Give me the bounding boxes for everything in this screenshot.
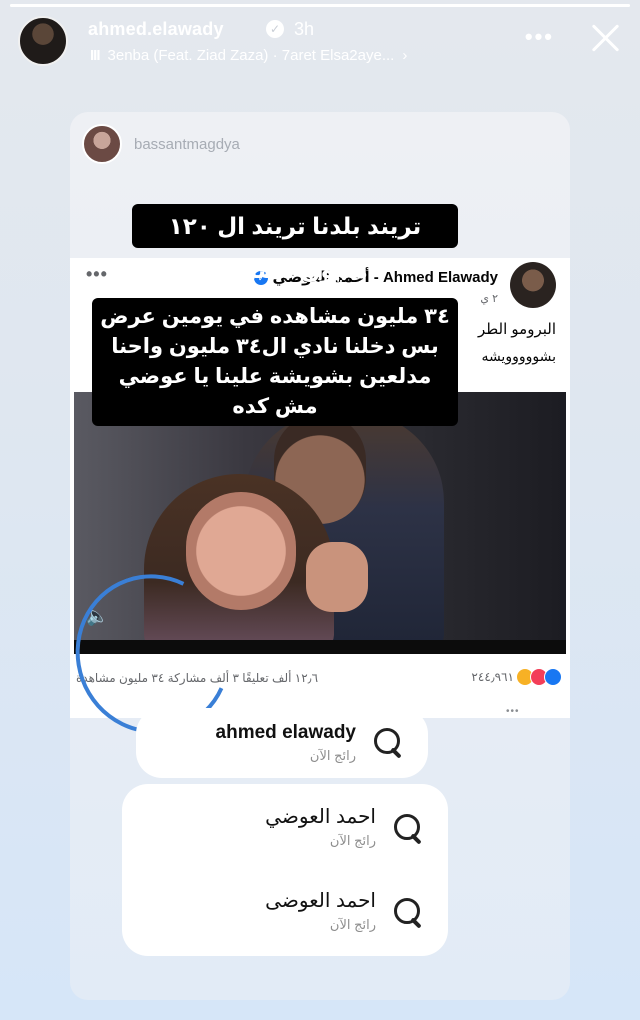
story-header: ahmed.elawady ✓ 3h III 3enba (Feat. Ziad … (18, 14, 622, 70)
like-reaction-icon (544, 668, 562, 686)
video-girl-face (186, 492, 296, 610)
post-time: 3h (294, 19, 315, 39)
fb-reaction-count: ٢٤٤٫٩٦١ (471, 670, 514, 684)
music-title: 3enba (Feat. Ziad Zaza) · 7aret Elsa2aye… (107, 47, 395, 64)
search-result-subtitle: رائج الآن (329, 833, 376, 848)
fb-post-date: ٢ ي (480, 293, 498, 305)
close-icon[interactable] (588, 20, 622, 54)
search-result-subtitle: رائج الآن (309, 748, 356, 763)
fb-more-icon: ••• (86, 264, 108, 284)
search-sticker-1[interactable]: ahmed elawady رائج الآن (136, 708, 428, 778)
search-result-title: ahmed elawady (215, 722, 356, 743)
username[interactable]: ahmed.elawady (88, 19, 224, 40)
music-attribution[interactable]: III 3enba (Feat. Ziad Zaza) · 7aret Elsa2… (90, 47, 407, 64)
fb-post-text-line2: بشووووويشه (481, 348, 556, 364)
search-result-1: ahmed elawady رائج الآن (216, 722, 356, 764)
fb-footer-dots: ••• (506, 706, 520, 717)
search-result-2: احمد العوضي رائج الآن (265, 804, 376, 849)
more-icon[interactable]: ••• (525, 24, 554, 50)
search-result-title: احمد العوضى (265, 890, 376, 912)
video-fist (306, 542, 368, 612)
caption-trend: تريند بلدنا تريند ال ١٢٠ مليون مصري (132, 204, 458, 283)
shared-story-card[interactable]: bassantmagdya ✓أحمد العوضي - Ahmed Elawa… (70, 112, 570, 1000)
fb-post-text-line1: البرومو الطر (477, 321, 556, 338)
fb-author-avatar (510, 262, 556, 308)
story-progress-bar (10, 4, 630, 7)
chevron-right-icon: › (402, 47, 408, 64)
caption-views: ٣٤ مليون مشاهده في يومين عرض بس دخلنا نا… (92, 298, 458, 426)
shared-avatar[interactable] (82, 124, 122, 164)
search-icon (394, 898, 424, 928)
search-result-subtitle: رائج الآن (329, 917, 376, 932)
avatar[interactable] (18, 16, 68, 66)
shared-username[interactable]: bassantmagdya (134, 136, 240, 153)
search-result-title: احمد العوضي (265, 806, 376, 828)
search-icon (394, 814, 424, 844)
search-icon (374, 728, 404, 758)
fb-reactions: ٢٤٤٫٩٦١ (471, 668, 562, 690)
search-result-3: احمد العوضى رائج الآن (265, 888, 376, 933)
story-progress-fill (10, 4, 630, 7)
search-sticker-2[interactable]: احمد العوضي رائج الآن احمد العوضى رائج ا… (122, 784, 448, 956)
music-icon: III (90, 47, 100, 64)
verified-icon: ✓ (266, 20, 284, 38)
